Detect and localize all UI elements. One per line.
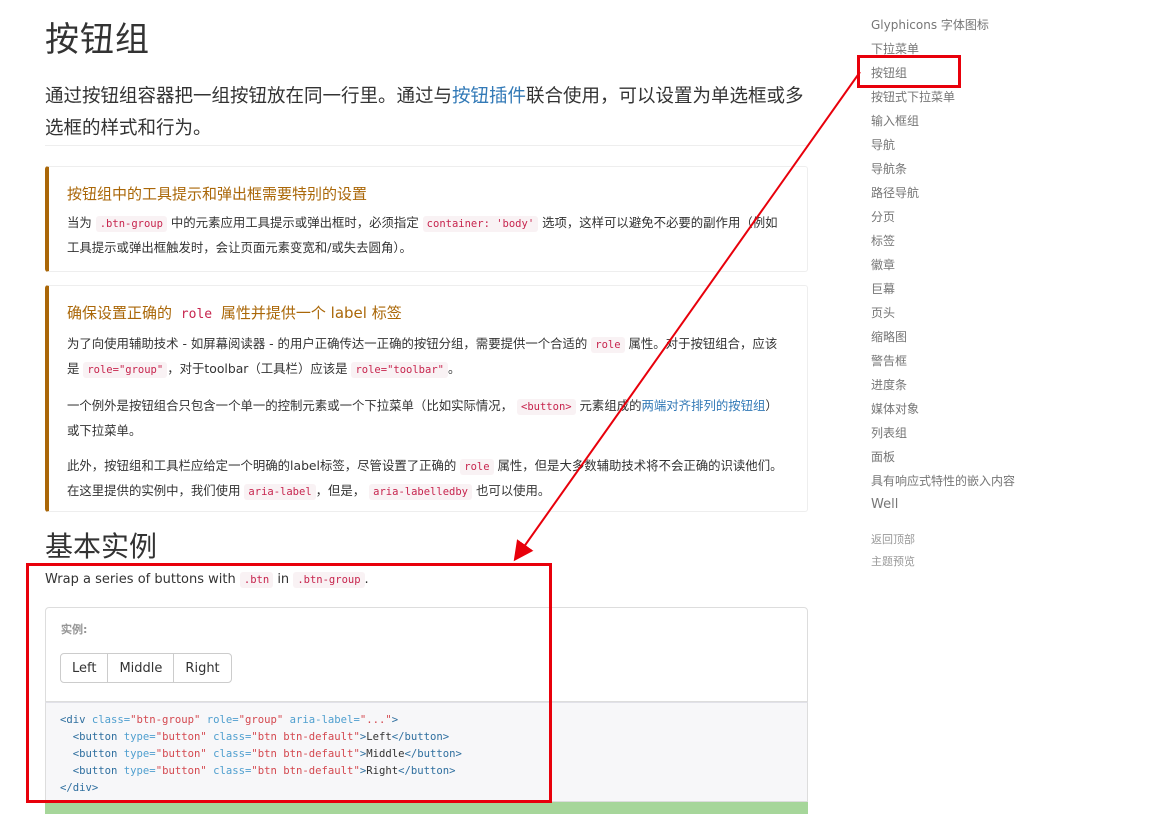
callout-role: 确保设置正确的 role 属性并提供一个 label 标签 为了向使用辅助技术 … bbox=[45, 285, 808, 512]
nav-item-breadcrumbs[interactable]: 路径导航 bbox=[871, 181, 1141, 205]
callout-text: 一个例外是按钮组合只包含一个单一的控制元素或一个下拉菜单（比如实际情况， <bu… bbox=[67, 398, 778, 438]
callout-text: 当为 .btn-group 中的元素应用工具提示或弹出框时，必须指定 conta… bbox=[67, 215, 778, 255]
nav-item-button-dropdowns[interactable]: 按钮式下拉菜单 bbox=[871, 85, 1141, 109]
annotation-highlight-example bbox=[26, 563, 552, 803]
code-snippet: aria-labelledby bbox=[369, 484, 472, 500]
justified-button-group-link[interactable]: 两端对齐排列的按钮组 bbox=[642, 398, 766, 413]
nav-item-jumbotron[interactable]: 巨幕 bbox=[871, 277, 1141, 301]
code-snippet: role="group" bbox=[83, 362, 168, 378]
nav-item-labels[interactable]: 标签 bbox=[871, 229, 1141, 253]
code-snippet: role="toolbar" bbox=[351, 362, 448, 378]
nav-item-responsive-embed[interactable]: 具有响应式特性的嵌入内容 bbox=[871, 469, 1141, 493]
callout-text: 此外，按钮组和工具栏应给定一个明确的label标签，尽管设置了正确的 role … bbox=[67, 458, 783, 500]
nav-item-panels[interactable]: 面板 bbox=[871, 445, 1141, 469]
callout-heading: 确保设置正确的 role 属性并提供一个 label 标签 bbox=[67, 304, 402, 322]
nav-item-page-header[interactable]: 页头 bbox=[871, 301, 1141, 325]
theme-preview-link[interactable]: 主题预览 bbox=[871, 551, 1141, 573]
code-snippet: .btn-group bbox=[95, 216, 167, 232]
nav-item-thumbnails[interactable]: 缩略图 bbox=[871, 325, 1141, 349]
nav-item-pagination[interactable]: 分页 bbox=[871, 205, 1141, 229]
button-plugin-link[interactable]: 按钮插件 bbox=[452, 86, 526, 107]
annotation-highlight-nav bbox=[857, 55, 961, 88]
back-to-top-link[interactable]: 返回顶部 bbox=[871, 529, 1141, 551]
nav-item-glyphicons[interactable]: Glyphicons 字体图标 bbox=[871, 13, 1141, 37]
section-title: 基本实例 bbox=[45, 530, 158, 563]
divider bbox=[45, 145, 808, 146]
nav-item-navbar[interactable]: 导航条 bbox=[871, 157, 1141, 181]
side-navigation: Glyphicons 字体图标 下拉菜单 按钮组 按钮式下拉菜单 输入框组 导航… bbox=[871, 13, 1141, 573]
code-snippet: <button> bbox=[517, 399, 576, 415]
next-example-bar bbox=[45, 802, 808, 814]
nav-item-progress-bars[interactable]: 进度条 bbox=[871, 373, 1141, 397]
nav-item-navs[interactable]: 导航 bbox=[871, 133, 1141, 157]
callout-text: 为了向使用辅助技术 - 如屏幕阅读器 - 的用户正确传达一正确的按钮分组，需要提… bbox=[67, 336, 778, 378]
code-snippet: role bbox=[180, 307, 213, 322]
nav-item-badges[interactable]: 徽章 bbox=[871, 253, 1141, 277]
code-snippet: role bbox=[591, 337, 625, 353]
nav-item-alerts[interactable]: 警告框 bbox=[871, 349, 1141, 373]
callout-tooltip: 按钮组中的工具提示和弹出框需要特别的设置 当为 .btn-group 中的元素应… bbox=[45, 166, 808, 272]
nav-item-wells[interactable]: Well bbox=[871, 493, 1141, 517]
nav-item-media-object[interactable]: 媒体对象 bbox=[871, 397, 1141, 421]
code-snippet: container: 'body' bbox=[422, 216, 539, 232]
lead-paragraph: 通过按钮组容器把一组按钮放在同一行里。通过与按钮插件联合使用，可以设置为单选框或… bbox=[45, 81, 808, 145]
code-snippet: role bbox=[460, 459, 494, 475]
page-title: 按钮组 bbox=[45, 20, 150, 60]
lead-text: 通过按钮组容器把一组按钮放在同一行里。通过与 bbox=[45, 86, 453, 107]
nav-item-list-group[interactable]: 列表组 bbox=[871, 421, 1141, 445]
nav-item-input-groups[interactable]: 输入框组 bbox=[871, 109, 1141, 133]
callout-heading: 按钮组中的工具提示和弹出框需要特别的设置 bbox=[67, 185, 368, 203]
code-snippet: aria-label bbox=[244, 484, 316, 500]
